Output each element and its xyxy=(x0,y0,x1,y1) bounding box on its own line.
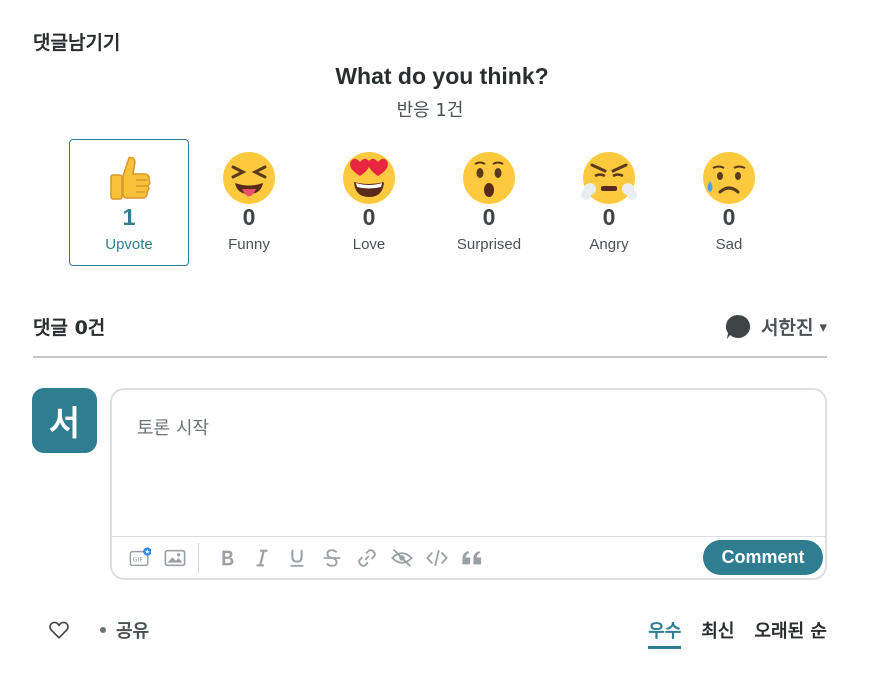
reaction-count: 반응 1건 xyxy=(396,100,464,121)
reaction-label: Love xyxy=(352,236,386,253)
user-name: 서한진 xyxy=(761,317,814,339)
reaction-label: Surprised xyxy=(456,236,522,253)
svg-text:GIF: GIF xyxy=(132,555,143,563)
reaction-count-value: 0 xyxy=(362,204,376,230)
reaction-label: Upvote xyxy=(105,236,153,253)
chat-bubble-icon xyxy=(725,314,751,339)
reaction-question: What do you think? xyxy=(335,63,549,89)
comment-input[interactable] xyxy=(112,390,825,536)
heart-eyes-icon xyxy=(343,152,395,204)
editor-toolbar: GIF Comment xyxy=(112,536,825,578)
user-menu[interactable]: 서한진 ▾ xyxy=(725,313,827,340)
comment-editor: GIF Comment xyxy=(110,388,827,580)
avatar: 서 xyxy=(32,388,97,453)
reaction-count-value: 0 xyxy=(482,204,496,230)
reaction-count-value: 0 xyxy=(722,204,736,230)
share-button[interactable]: 공유 xyxy=(100,617,149,643)
sort-best[interactable]: 우수 xyxy=(648,617,682,649)
bold-icon[interactable] xyxy=(209,541,244,575)
sort-newest[interactable]: 최신 xyxy=(701,617,734,649)
angry-face-icon xyxy=(581,152,637,204)
quote-icon[interactable] xyxy=(454,541,489,575)
heart-icon[interactable] xyxy=(48,619,70,641)
code-icon[interactable] xyxy=(419,541,454,575)
sad-face-icon xyxy=(703,152,755,204)
reaction-count-value: 1 xyxy=(122,204,136,230)
comment-count: 댓글 0건 xyxy=(33,317,106,339)
reaction-label: Funny xyxy=(228,236,270,253)
italic-icon[interactable] xyxy=(244,541,279,575)
sort-tabs: 우수 최신 오래된 순 xyxy=(648,617,827,649)
reactions-row: 1 Upvote 0 Funny 0 Love 0 Surprised 0 An… xyxy=(69,139,789,266)
spoiler-icon[interactable] xyxy=(384,541,419,575)
thumbs-up-icon xyxy=(110,156,151,200)
surprised-face-icon xyxy=(463,152,515,204)
chevron-down-icon: ▾ xyxy=(819,317,827,336)
bullet-icon xyxy=(100,627,106,633)
divider xyxy=(33,356,827,358)
reaction-sad[interactable]: 0 Sad xyxy=(669,139,789,266)
reaction-upvote[interactable]: 1 Upvote xyxy=(69,139,189,266)
comment-submit-button[interactable]: Comment xyxy=(703,540,823,575)
strikethrough-icon[interactable] xyxy=(314,541,349,575)
reaction-funny[interactable]: 0 Funny xyxy=(189,139,309,266)
section-title: 댓글남기기 xyxy=(33,32,121,54)
reaction-count-value: 0 xyxy=(242,204,256,230)
reaction-label: Angry xyxy=(589,236,629,253)
reaction-label: Sad xyxy=(715,236,743,253)
sort-oldest[interactable]: 오래된 순 xyxy=(754,617,827,649)
reaction-count-value: 0 xyxy=(602,204,616,230)
underline-icon[interactable] xyxy=(279,541,314,575)
link-icon[interactable] xyxy=(349,541,384,575)
image-icon[interactable] xyxy=(157,541,192,575)
share-label: 공유 xyxy=(116,621,150,642)
gif-icon[interactable]: GIF xyxy=(122,541,157,575)
footer-actions: 공유 xyxy=(48,617,149,643)
funny-face-icon xyxy=(223,152,275,204)
reaction-angry[interactable]: 0 Angry xyxy=(549,139,669,266)
toolbar-separator xyxy=(198,542,199,573)
reaction-surprised[interactable]: 0 Surprised xyxy=(429,139,549,266)
reaction-love[interactable]: 0 Love xyxy=(309,139,429,266)
